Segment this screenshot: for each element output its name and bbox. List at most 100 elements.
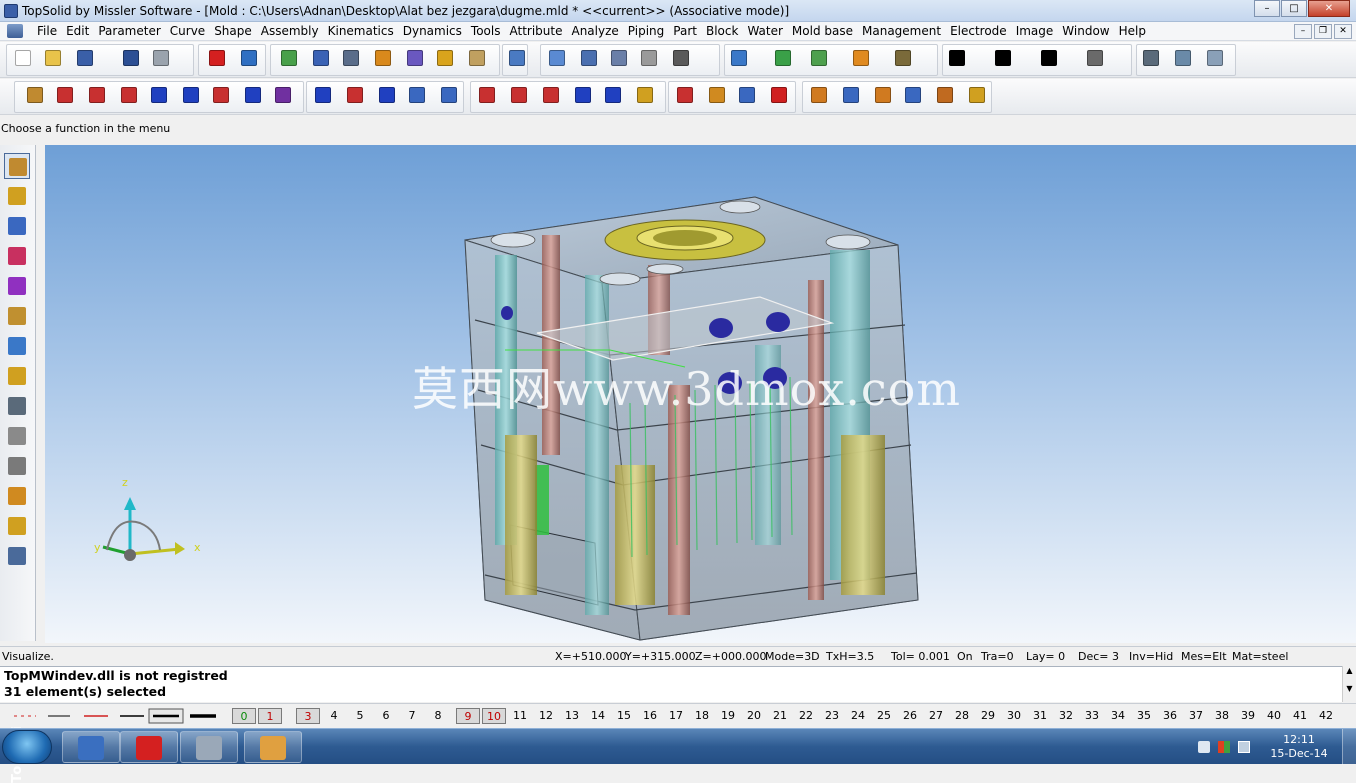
clock[interactable]: 12:11 15-Dec-14	[1264, 733, 1334, 761]
polygon-button[interactable]	[272, 84, 294, 106]
layer-23[interactable]: 23	[820, 708, 844, 724]
assembly-mode-button[interactable]	[4, 273, 30, 299]
hatch-button[interactable]	[1084, 47, 1106, 69]
magnet-button[interactable]	[638, 47, 660, 69]
menu-attribute[interactable]: Attribute	[509, 24, 570, 38]
layer-6[interactable]: 6	[374, 708, 398, 724]
menu-window[interactable]: Window	[1062, 24, 1117, 38]
material[interactable]: Mat=steel	[1232, 647, 1288, 666]
plate-stack-button[interactable]	[872, 84, 894, 106]
frame-button[interactable]	[180, 84, 202, 106]
plate-button[interactable]	[808, 84, 830, 106]
document-menu-icon[interactable]	[7, 24, 23, 38]
list-button[interactable]	[966, 84, 988, 106]
arc-button[interactable]	[572, 84, 594, 106]
layer-42[interactable]: 42	[1314, 708, 1338, 724]
maximize-button[interactable]: □	[1281, 0, 1307, 17]
topsolid-taskbar-button[interactable]	[62, 731, 120, 763]
color-black-button[interactable]	[946, 47, 968, 69]
mode-value[interactable]: Mode=3D	[765, 647, 820, 666]
volume-icon[interactable]	[1198, 741, 1210, 753]
layer-33[interactable]: 33	[1080, 708, 1104, 724]
layer-41[interactable]: 41	[1288, 708, 1312, 724]
menu-help[interactable]: Help	[1119, 24, 1154, 38]
cooling-mode-button[interactable]	[4, 513, 30, 539]
select-button[interactable]	[506, 47, 528, 69]
undo-button[interactable]	[238, 47, 260, 69]
mold-part-button[interactable]	[902, 84, 924, 106]
electrode-mode-button[interactable]	[4, 483, 30, 509]
transparency[interactable]: Tra=0	[981, 647, 1014, 666]
circle-button[interactable]	[118, 84, 140, 106]
menu-curve[interactable]: Curve	[170, 24, 213, 38]
box-view-button[interactable]	[1204, 47, 1226, 69]
layer-7[interactable]: 7	[400, 708, 424, 724]
layer-3[interactable]: 3	[296, 708, 320, 724]
slot-button[interactable]	[376, 84, 398, 106]
menu-mold-base[interactable]: Mold base	[792, 24, 861, 38]
close-button[interactable]: ✕	[1308, 0, 1350, 17]
pan-button[interactable]	[892, 47, 914, 69]
doc-minimize-button[interactable]: –	[1294, 24, 1312, 39]
pencil-button[interactable]	[24, 84, 46, 106]
point-button[interactable]	[344, 84, 366, 106]
sketch-mode-button[interactable]	[4, 153, 30, 179]
menu-management[interactable]: Management	[862, 24, 949, 38]
layer-11[interactable]: 11	[508, 708, 532, 724]
rectangle-button[interactable]	[148, 84, 170, 106]
print-button[interactable]	[150, 47, 172, 69]
layer-27[interactable]: 27	[924, 708, 948, 724]
menu-parameter[interactable]: Parameter	[98, 24, 168, 38]
menu-tools[interactable]: Tools	[471, 24, 509, 38]
layer-36[interactable]: 36	[1158, 708, 1182, 724]
menu-kinematics[interactable]: Kinematics	[328, 24, 402, 38]
refresh-button[interactable]	[278, 47, 300, 69]
layer-15[interactable]: 15	[612, 708, 636, 724]
layer-value[interactable]: Lay= 0	[1026, 647, 1065, 666]
solidworks-taskbar-button[interactable]	[120, 731, 178, 763]
magic-button[interactable]	[434, 47, 456, 69]
layer-31[interactable]: 31	[1028, 708, 1052, 724]
layer-26[interactable]: 26	[898, 708, 922, 724]
layer-25[interactable]: 25	[872, 708, 896, 724]
delete-button[interactable]	[206, 47, 228, 69]
render-button[interactable]	[310, 47, 332, 69]
layer-13[interactable]: 13	[560, 708, 584, 724]
sketch-button[interactable]	[670, 47, 692, 69]
tools-button[interactable]	[404, 47, 426, 69]
gauge-button[interactable]	[608, 47, 630, 69]
text-button[interactable]	[634, 84, 656, 106]
layer-9[interactable]: 9	[456, 708, 480, 724]
profile-button[interactable]	[438, 84, 460, 106]
paint-taskbar-button[interactable]	[244, 731, 302, 763]
plate-mode-button[interactable]	[4, 393, 30, 419]
layer-35[interactable]: 35	[1132, 708, 1156, 724]
dimension-button[interactable]	[602, 84, 624, 106]
invisible-mode[interactable]: Inv=Hid	[1129, 647, 1173, 666]
menu-assembly[interactable]: Assembly	[261, 24, 327, 38]
plate-add-button[interactable]	[840, 84, 862, 106]
layer-19[interactable]: 19	[716, 708, 740, 724]
offset-button[interactable]	[312, 84, 334, 106]
measure-mode[interactable]: Mes=Elt	[1181, 647, 1227, 666]
menu-image[interactable]: Image	[1016, 24, 1062, 38]
layer-37[interactable]: 37	[1184, 708, 1208, 724]
text-height[interactable]: TxH=3.5	[826, 647, 874, 666]
layer-38[interactable]: 38	[1210, 708, 1234, 724]
layer-12[interactable]: 12	[534, 708, 558, 724]
minimize-button[interactable]: –	[1254, 0, 1280, 17]
pin-mode-button[interactable]	[4, 453, 30, 479]
menu-water[interactable]: Water	[747, 24, 790, 38]
show-desktop-button[interactable]	[1342, 729, 1356, 765]
layer-21[interactable]: 21	[768, 708, 792, 724]
network-icon[interactable]	[1238, 741, 1250, 753]
tolerance[interactable]: Tol= 0.001	[891, 647, 950, 666]
layer-1[interactable]: 1	[258, 708, 282, 724]
doc-restore-button[interactable]: ❐	[1314, 24, 1332, 39]
menu-piping[interactable]: Piping	[628, 24, 672, 38]
curve-mode-button[interactable]	[4, 183, 30, 209]
info-button[interactable]	[120, 47, 142, 69]
erase-button[interactable]	[768, 84, 790, 106]
new-file-button[interactable]	[12, 47, 34, 69]
layer-20[interactable]: 20	[742, 708, 766, 724]
